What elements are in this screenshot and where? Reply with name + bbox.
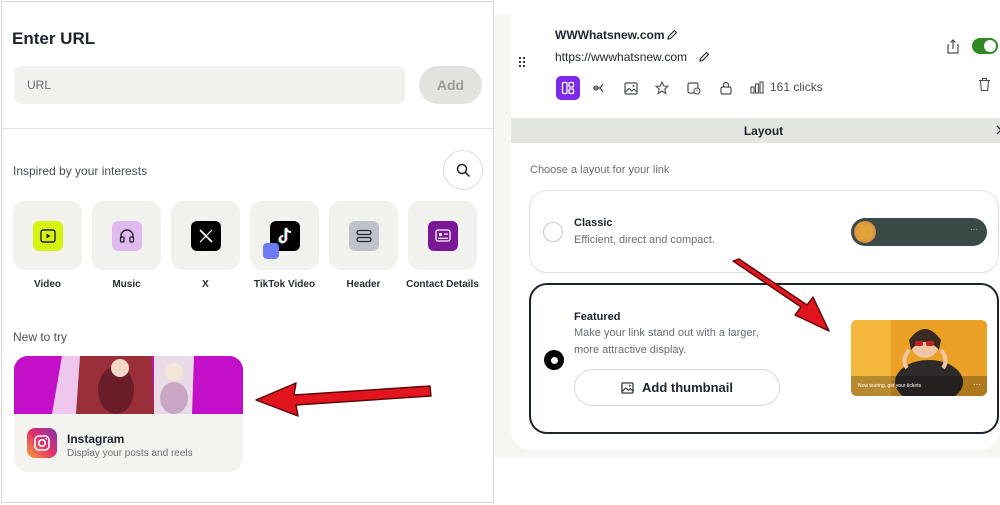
interests-label: Inspired by your interests [13,164,148,178]
classic-preview-more-icon: ··· [970,225,978,234]
classic-layout-preview: ··· [851,218,987,246]
tile-label-header: Header [346,279,381,290]
edit-title-pencil-icon[interactable] [666,29,678,41]
tile-contact-details[interactable] [408,201,477,270]
tile-label-x: X [202,279,209,290]
add-button[interactable]: Add [419,66,482,104]
tile-x[interactable] [171,201,240,270]
layout-section-header: Layout [511,118,1000,143]
search-icon [456,163,470,177]
drag-handle-icon[interactable] [518,56,526,68]
classic-radio[interactable] [543,222,563,242]
contact-card-icon [427,220,458,251]
featured-preview-more-icon: ··· [973,380,981,389]
edit-url-pencil-icon[interactable] [698,51,710,63]
divider [2,128,495,129]
featured-layout-preview: Now touring, get your tickets ··· [851,320,987,396]
share-icon[interactable] [946,39,960,54]
instagram-banner [14,356,243,414]
url-input[interactable] [14,66,405,104]
choose-layout-label: Choose a layout for your link [530,164,670,176]
schedule-icon [687,82,701,95]
toggle-knob [984,40,996,52]
tile-label-contact-details: Contact Details [406,279,479,290]
instagram-logo-icon [27,428,57,458]
x-logo-icon [190,220,221,251]
new-to-try-label: New to try [13,330,68,344]
tile-video[interactable] [13,201,82,270]
schedule-tool-button[interactable] [682,76,706,100]
annotation-arrow-diagonal [732,258,830,332]
thumbnail-tool-button[interactable] [619,76,643,100]
redirect-icon [593,83,604,93]
layout-tool-button[interactable] [556,76,580,100]
add-link-panel: Enter URL Add Inspired by your interests… [1,1,495,503]
classic-preview-avatar [854,221,876,243]
featured-option-description-line2: more attractive display. [574,344,687,356]
classic-option-description: Efficient, direct and compact. [574,234,716,246]
add-thumbnail-label: Add thumbnail [642,380,733,395]
annotation-arrow-left [255,382,432,417]
star-icon [655,81,669,95]
tile-label-tiktok-video: TikTok Video [253,279,316,290]
add-thumbnail-image-icon [621,381,634,394]
headphones-icon [111,220,142,251]
analytics-icon[interactable] [750,81,764,94]
search-button[interactable] [443,150,483,190]
link-url[interactable]: https://wwwhatsnew.com [555,50,687,64]
trash-icon[interactable] [978,77,991,92]
video-icon [32,220,63,251]
featured-radio-selected[interactable] [544,350,564,370]
radio-dot [550,356,558,364]
add-thumbnail-button[interactable]: Add thumbnail [574,369,780,406]
tile-music[interactable] [92,201,161,270]
featured-option-name: Featured [574,311,621,323]
instagram-banner-image [14,356,243,414]
screenshot-frame: Enter URL Add Inspired by your interests… [0,0,1000,505]
close-layout-icon[interactable] [995,122,1000,138]
tile-label-video: Video [33,279,62,290]
redirect-tool-button[interactable] [588,76,612,100]
lock-icon [720,81,732,95]
click-count[interactable]: 161 clicks [770,80,823,94]
tile-tiktok-video[interactable] [250,201,319,270]
tile-label-music: Music [112,279,141,290]
instagram-card[interactable]: Instagram Display your posts and reels [14,356,243,472]
link-visibility-toggle[interactable] [972,38,998,54]
image-icon [624,81,638,95]
tile-header[interactable] [329,201,398,270]
instagram-subtitle: Display your posts and reels [67,448,193,459]
instagram-title: Instagram [67,432,125,446]
layout-section-title: Layout [743,124,784,138]
layout-icon [561,81,575,95]
prioritize-tool-button[interactable] [650,76,674,100]
lock-tool-button[interactable] [714,76,738,100]
classic-option-name: Classic [574,217,613,229]
link-title[interactable]: WWWhatsnew.com [555,28,665,42]
translate-badge-icon [263,243,279,259]
featured-preview-caption: Now touring, get your tickets [858,383,922,389]
enter-url-title: Enter URL [12,29,96,48]
header-icon [348,220,379,251]
